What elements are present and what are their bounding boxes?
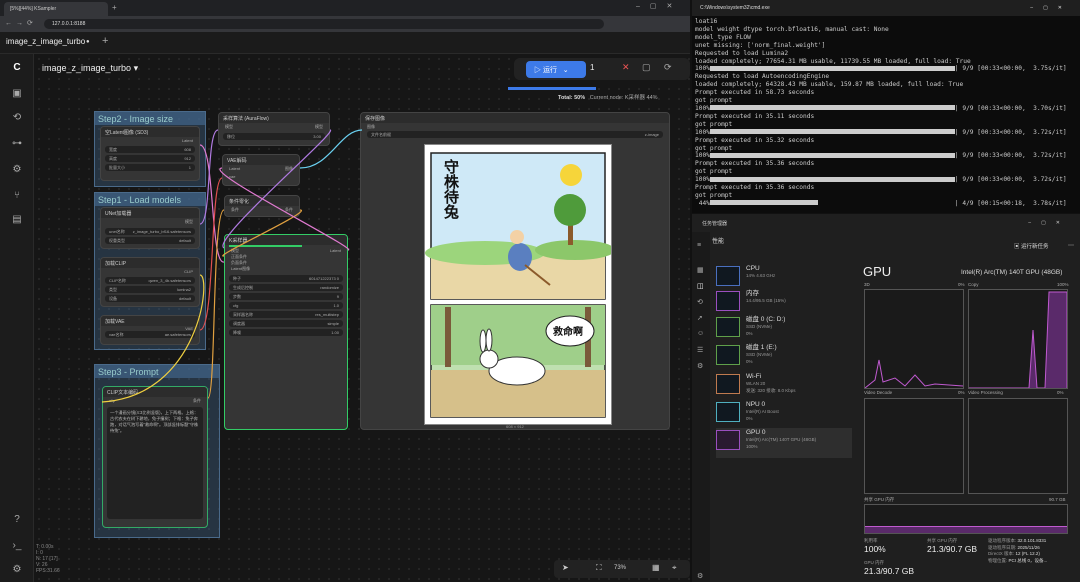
graph-label-3d: 3D <box>864 282 870 287</box>
startup-icon[interactable]: ➚ <box>697 314 703 322</box>
more-icon[interactable]: ⋯ <box>1068 242 1074 249</box>
link-model2 <box>222 129 331 249</box>
perf-item-memory[interactable]: 内存 14.4/95.5 GB (15%) <box>716 289 852 317</box>
app-history-icon[interactable]: ⟲ <box>697 298 703 306</box>
graph-video-decode <box>864 398 964 494</box>
section-title: 性能 <box>712 239 725 245</box>
graph-pct: 100% <box>1057 282 1069 287</box>
task-manager-window[interactable]: 任务管理器 –▢✕ ≡ ▦ ◫ ⟲ ➚ ☺ ☰ ⚙ ⚙ 性能 ▣ 运行新任务 ⋯ … <box>692 214 1080 582</box>
perf-item-gpu[interactable]: GPU 0 Intel(R) Arc(TM) 140T GPU (48GB) 100… <box>716 428 852 458</box>
driver-info: 驱动程序版本: 32.0.101.8331 驱动程序日期: 2025/11/26… <box>988 538 1048 563</box>
graph-shared-memory <box>864 504 1068 534</box>
run-new-task-button[interactable]: ▣ 运行新任务 <box>1014 242 1049 250</box>
stat-gpu-memory: GPU 内存 21.3/90.7 GB <box>864 560 915 576</box>
graph-copy <box>968 289 1068 389</box>
memory-thumb <box>716 291 740 311</box>
graph-label-video-processing: Video Processing <box>968 390 1003 395</box>
settings-icon[interactable]: ⚙ <box>697 572 703 580</box>
node-links <box>101 129 363 403</box>
taskmgr-sidebar: ≡ ▦ ◫ ⟲ ➚ ☺ ☰ ⚙ ⚙ <box>692 232 710 582</box>
perf-item-cpu[interactable]: CPU 14% 4.63 GHz <box>716 264 852 292</box>
link-latent <box>199 144 225 263</box>
details-icon[interactable]: ☰ <box>697 346 703 354</box>
link-image <box>299 129 363 169</box>
perf-item-wifi[interactable]: Wi-Fi WLAN 20 发送: 320 接收: 8.0 Kbps <box>716 372 852 400</box>
cpu-thumb <box>716 266 740 286</box>
disk1-thumb <box>716 345 740 365</box>
stat-shared-memory: 共享 GPU 内存 21.3/90.7 GB <box>927 538 978 554</box>
services-icon[interactable]: ⚙ <box>697 362 703 370</box>
graph-pct: 0% <box>1057 390 1064 395</box>
wifi-thumb <box>716 374 740 394</box>
gpu-title: GPU <box>863 264 892 279</box>
perf-item-disk0[interactable]: 磁盘 0 (C: D:) SSD (NVMe) 0% <box>716 315 852 343</box>
npu-thumb <box>716 402 740 422</box>
users-icon[interactable]: ☺ <box>697 330 704 337</box>
shared-mem-label: 共享 GPU 内存 <box>864 497 895 502</box>
graph-pct: 0% <box>958 282 965 287</box>
gpu-name: Intel(R) Arc(TM) 140T GPU (48GB) <box>961 269 1063 276</box>
terminal-output: loat16 model weight dtype torch.bfloat16,… <box>695 18 1067 207</box>
graph-label-copy: Copy <box>968 282 979 287</box>
taskmgr-titlebar: 任务管理器 –▢✕ <box>702 220 1070 227</box>
shared-mem-max: 90.7 GB <box>1049 497 1066 502</box>
gpu-thumb <box>716 430 740 450</box>
disk0-thumb <box>716 317 740 337</box>
perf-item-disk1[interactable]: 磁盘 1 (E:) SSD (NVMe) 0% <box>716 343 852 371</box>
performance-icon[interactable]: ◫ <box>697 282 704 290</box>
link-clip <box>101 274 205 403</box>
graph-label-video-decode: Video Decode <box>864 390 893 395</box>
graph-3d <box>864 289 964 389</box>
perf-item-npu[interactable]: NPU 0 Intel(R) AI Boost 0% <box>716 400 852 428</box>
terminal-window[interactable]: C:\Windows\system32\cmd.exe –▢✕ loat16 mod… <box>692 0 1080 213</box>
graph-pct: 0% <box>958 390 965 395</box>
link-sampled <box>219 167 349 251</box>
stat-utilization: 利用率 100% <box>864 538 886 554</box>
processes-icon[interactable]: ▦ <box>697 266 704 274</box>
graph-video-processing <box>968 398 1068 494</box>
terminal-titlebar: C:\Windows\system32\cmd.exe –▢✕ <box>692 0 1080 16</box>
menu-icon[interactable]: ≡ <box>697 242 701 249</box>
link-neg <box>222 209 303 257</box>
